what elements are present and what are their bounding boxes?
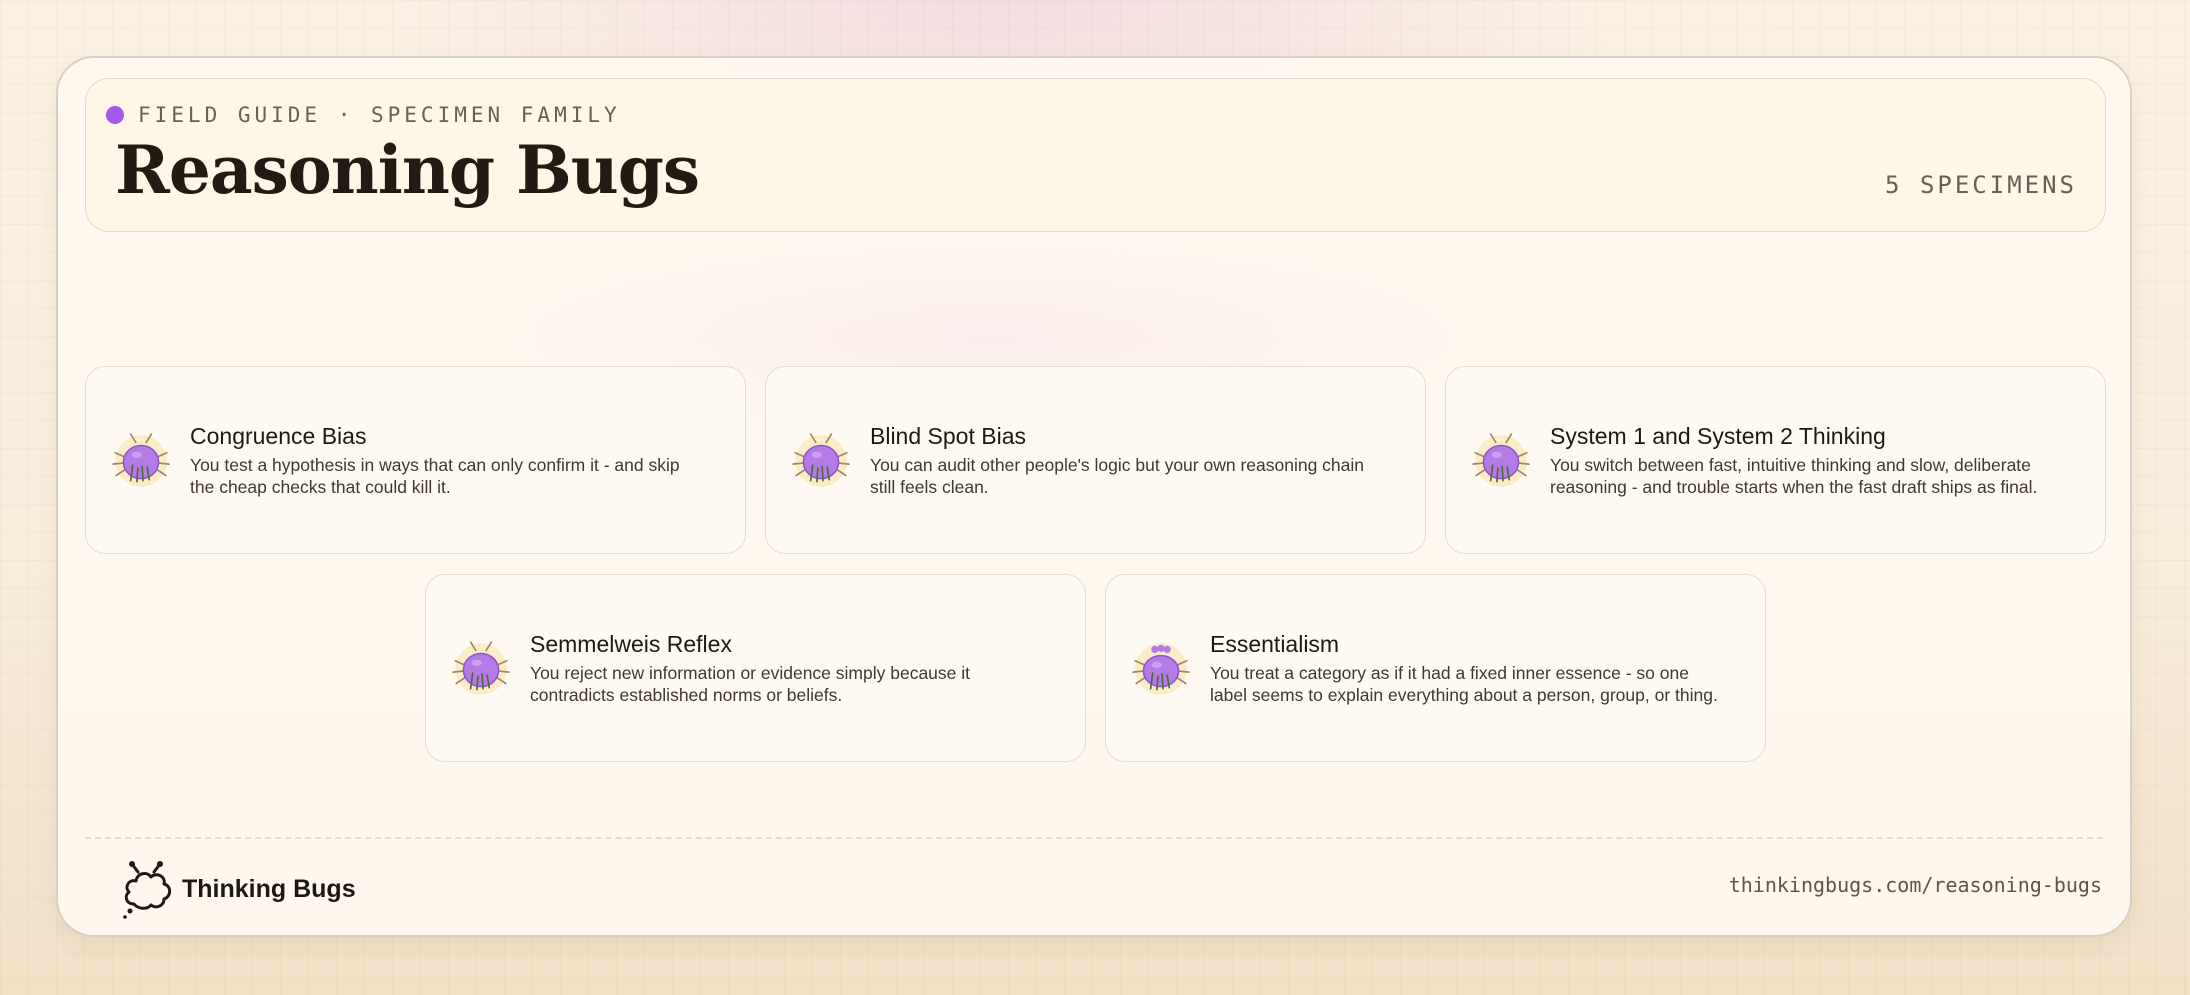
thinking-bugs-logo-icon [123, 861, 172, 919]
bug-specimen-icon [792, 433, 850, 487]
specimen-count: 5 SPECIMENS [1885, 171, 2077, 199]
field-guide-panel: FIELD GUIDE · SPECIMEN FAMILY Reasoning … [56, 56, 2132, 937]
specimen-description: You reject new information or evidence s… [530, 662, 971, 705]
eyebrow: FIELD GUIDE · SPECIMEN FAMILY [106, 103, 621, 127]
accent-dot-icon [106, 106, 124, 124]
specimen-description: You test a hypothesis in ways that can o… [190, 454, 680, 497]
specimen-card[interactable]: Essentialism You treat a category as if … [1105, 574, 1766, 762]
specimen-title: Congruence Bias [190, 422, 367, 449]
specimen-description: You can audit other people's logic but y… [870, 454, 1365, 497]
eyebrow-label: FIELD GUIDE · SPECIMEN FAMILY [138, 103, 621, 127]
specimen-card[interactable]: Blind Spot Bias You can audit other peop… [765, 366, 1426, 554]
brand[interactable]: Thinking Bugs [120, 858, 356, 920]
bug-specimen-icon [112, 433, 170, 487]
bug-specimen-icon [1132, 643, 1190, 695]
specimen-card[interactable]: System 1 and System 2 Thinking You switc… [1445, 366, 2106, 554]
specimen-description: You switch between fast, intuitive think… [1550, 454, 2038, 497]
specimen-title: Blind Spot Bias [870, 422, 1026, 449]
specimen-card[interactable]: Semmelweis Reflex You reject new informa… [425, 574, 1086, 762]
specimen-title: Essentialism [1210, 630, 1340, 657]
bug-specimen-icon [452, 641, 510, 695]
specimen-card[interactable]: Congruence Bias You test a hypothesis in… [85, 366, 746, 554]
footer-divider [85, 837, 2103, 839]
page-title: Reasoning Bugs [115, 131, 700, 209]
specimen-description: You treat a category as if it had a fixe… [1210, 662, 1718, 705]
bug-specimen-icon [1472, 433, 1530, 487]
specimen-title: System 1 and System 2 Thinking [1550, 422, 1886, 449]
page-header: FIELD GUIDE · SPECIMEN FAMILY Reasoning … [85, 78, 2106, 232]
footer-url-link[interactable]: thinkingbugs.com/reasoning-bugs [1729, 873, 2102, 897]
specimen-title: Semmelweis Reflex [530, 630, 732, 657]
brand-name: Thinking Bugs [182, 874, 356, 903]
